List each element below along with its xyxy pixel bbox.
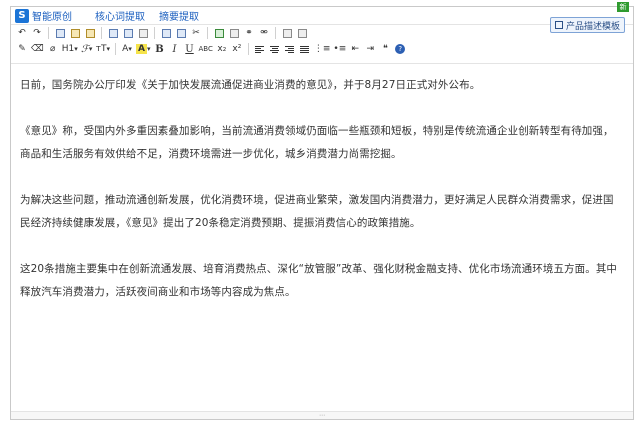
toolbar-separator bbox=[247, 43, 249, 55]
eraser-icon[interactable]: ⌀ bbox=[46, 42, 60, 56]
subscript-button[interactable]: x₂ bbox=[215, 42, 229, 56]
toolbar-row-1: ↶ ↷ ✂ ⚭ ⚮ bbox=[11, 25, 633, 41]
image-icon[interactable] bbox=[106, 26, 120, 40]
template-insert-icon[interactable] bbox=[83, 26, 97, 40]
toolbar-separator bbox=[207, 27, 208, 39]
media-icon[interactable] bbox=[136, 26, 150, 40]
blockquote-icon[interactable]: ❝ bbox=[378, 42, 392, 56]
paragraph[interactable]: 日前，国务院办公厅印发《关于加快发展流通促进商业消费的意见》，并于8月27日正式… bbox=[20, 74, 621, 97]
editor-topbar: S 智能原创 核心词提取 摘要提取 新 bbox=[11, 2, 633, 25]
editor-content[interactable]: 日前，国务院办公厅印发《关于加快发展流通促进商业消费的意见》，并于8月27日正式… bbox=[11, 63, 633, 411]
product-description-template-button[interactable]: 产品描述模板 bbox=[549, 17, 625, 33]
strikethrough-button[interactable]: ABC bbox=[198, 42, 214, 56]
document-icon[interactable] bbox=[280, 26, 294, 40]
align-center-icon[interactable] bbox=[268, 42, 282, 56]
keyword-extract-link[interactable]: 核心词提取 bbox=[91, 8, 149, 23]
rich-text-editor: S 智能原创 核心词提取 摘要提取 新 产品描述模板 ↶ ↷ ✂ ⚭ ⚮ ✎ ⌫… bbox=[10, 2, 634, 420]
unordered-list-icon[interactable]: •≡ bbox=[332, 42, 347, 56]
paragraph[interactable]: 《意见》称，受国内外多重因素叠加影响，当前流通消费领域仍面临一些瓶颈和短板，特别… bbox=[20, 120, 621, 166]
insert-row-icon[interactable] bbox=[212, 26, 226, 40]
outdent-icon[interactable]: ⇤ bbox=[348, 42, 362, 56]
link-icon[interactable]: ⚭ bbox=[242, 26, 256, 40]
clear-format-icon[interactable]: ⌫ bbox=[30, 42, 45, 56]
toolbar-row-2: ✎ ⌫ ⌀ H1 ▾ ℱ ▾ тT ▾ A ▾ A ▾ B I U ABC x₂ x² ⋮… bbox=[11, 41, 633, 57]
resize-grip-icon: ⋯ bbox=[319, 412, 325, 419]
source-icon[interactable] bbox=[53, 26, 67, 40]
align-right-icon[interactable] bbox=[283, 42, 297, 56]
template-icon bbox=[554, 21, 563, 29]
help-icon[interactable]: ? bbox=[393, 42, 407, 56]
page-break-icon[interactable] bbox=[227, 26, 241, 40]
ordered-list-icon[interactable]: ⋮≡ bbox=[313, 42, 332, 56]
paste-icon[interactable] bbox=[174, 26, 188, 40]
toolbar-separator bbox=[101, 27, 102, 39]
brand[interactable]: S 智能原创 bbox=[11, 8, 91, 23]
align-left-icon[interactable] bbox=[253, 42, 267, 56]
align-justify-icon[interactable] bbox=[298, 42, 312, 56]
superscript-button[interactable]: x² bbox=[230, 42, 244, 56]
brand-logo-icon: S bbox=[15, 8, 29, 23]
font-family-select[interactable]: ℱ ▾ bbox=[80, 42, 94, 56]
toolbar-separator bbox=[154, 27, 155, 39]
paragraph[interactable]: 为解决这些问题，推动流通创新发展，优化消费环境，促进商业繁荣，激发国内消费潜力，… bbox=[20, 189, 621, 235]
italic-button[interactable]: I bbox=[168, 42, 182, 56]
heading-select[interactable]: H1 ▾ bbox=[61, 42, 79, 56]
copy-icon[interactable] bbox=[159, 26, 173, 40]
cut-icon[interactable]: ✂ bbox=[189, 26, 203, 40]
bold-button[interactable]: B bbox=[153, 42, 167, 56]
new-badge: 新 bbox=[617, 2, 629, 12]
indent-icon[interactable]: ⇥ bbox=[363, 42, 377, 56]
highlight-color-button[interactable]: A ▾ bbox=[135, 42, 151, 56]
template-button-label: 产品描述模板 bbox=[565, 21, 620, 32]
brand-label[interactable]: 智能原创 bbox=[32, 8, 72, 23]
toolbar-separator bbox=[48, 27, 49, 39]
format-painter-icon[interactable]: ✎ bbox=[15, 42, 29, 56]
preview-icon[interactable] bbox=[68, 26, 82, 40]
font-size-select[interactable]: тT ▾ bbox=[95, 42, 111, 56]
toolbar-separator bbox=[115, 43, 117, 55]
font-color-button[interactable]: A ▾ bbox=[120, 42, 134, 56]
unlink-icon[interactable]: ⚮ bbox=[257, 26, 271, 40]
summary-extract-link[interactable]: 摘要提取 bbox=[155, 8, 203, 23]
redo-icon[interactable]: ↷ bbox=[30, 26, 44, 40]
toolbar-separator bbox=[275, 27, 276, 39]
paragraph[interactable]: 这20条措施主要集中在创新流通发展、培育消费热点、深化“放管服”改革、强化财税金… bbox=[20, 258, 621, 304]
underline-button[interactable]: U bbox=[183, 42, 197, 56]
table-icon[interactable] bbox=[121, 26, 135, 40]
fullscreen-icon[interactable] bbox=[295, 26, 309, 40]
undo-icon[interactable]: ↶ bbox=[15, 26, 29, 40]
resize-handle[interactable]: ⋯ bbox=[11, 411, 633, 419]
